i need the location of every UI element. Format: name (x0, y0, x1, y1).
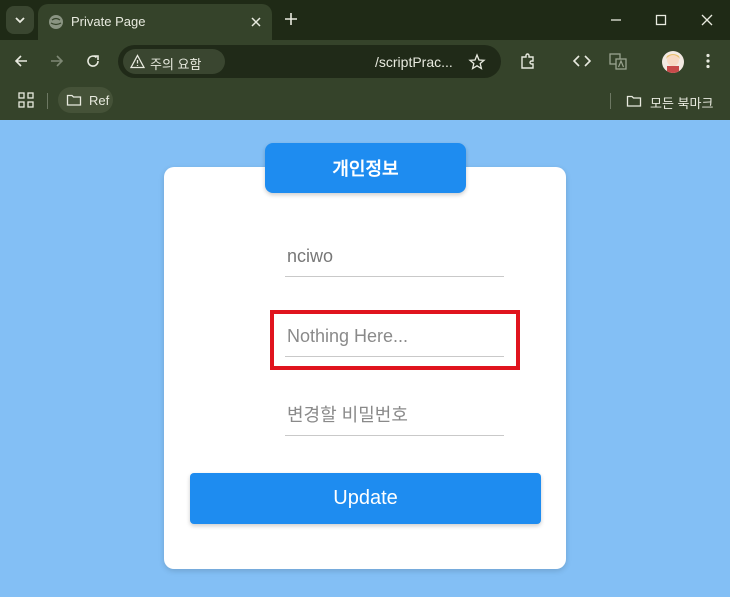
tab-strip: Private Page (0, 0, 730, 40)
tab-search-button[interactable] (6, 6, 34, 34)
forward-arrow-icon[interactable] (47, 51, 67, 71)
username-field[interactable] (285, 237, 504, 277)
window-close-icon[interactable] (698, 11, 716, 29)
extensions-puzzle-icon[interactable] (518, 51, 538, 71)
more-menu-icon[interactable] (698, 51, 718, 71)
address-bar[interactable]: 주의 요함 /scriptPrac... (118, 45, 501, 78)
apps-grid-icon[interactable] (17, 91, 35, 109)
bookmark-folder-label: Ref (89, 93, 110, 108)
bookmarks-divider (610, 93, 611, 109)
folder-icon (626, 95, 642, 107)
browser-toolbar: 주의 요함 /scriptPrac... (0, 40, 730, 109)
active-tab[interactable]: Private Page (38, 4, 272, 40)
security-chip-label: 주의 요함 (150, 57, 202, 72)
profile-avatar[interactable] (662, 51, 684, 73)
maximize-icon[interactable] (652, 11, 670, 29)
update-button[interactable]: Update (190, 473, 541, 524)
url-text: /scriptPrac... (375, 54, 453, 70)
minimize-icon[interactable] (607, 11, 625, 29)
highlight-box (270, 310, 520, 370)
close-icon[interactable] (248, 14, 264, 30)
bookmark-star-icon[interactable] (468, 53, 486, 71)
back-arrow-icon[interactable] (11, 51, 31, 71)
chevron-down-icon (15, 17, 25, 24)
tab-title: Private Page (71, 14, 146, 29)
translate-icon[interactable] (608, 51, 628, 71)
bookmark-folder-ref[interactable]: Ref (58, 87, 113, 113)
reload-icon[interactable] (83, 51, 103, 71)
profile-picture-icon (666, 54, 680, 73)
warning-icon (130, 54, 145, 69)
new-password-field[interactable] (285, 396, 504, 436)
bookmarks-bar: Ref 모든 북마크 (0, 82, 730, 120)
all-bookmarks-button[interactable]: 모든 북마크 (626, 91, 726, 111)
new-tab-plus-icon[interactable] (282, 10, 300, 28)
code-brackets-icon[interactable] (572, 51, 592, 71)
bookmarks-divider (47, 93, 48, 109)
globe-icon (49, 15, 63, 29)
all-bookmarks-label: 모든 북마크 (650, 96, 714, 111)
security-chip[interactable]: 주의 요함 (123, 49, 225, 74)
folder-icon (66, 94, 82, 106)
page-title: 개인정보 (265, 143, 466, 193)
